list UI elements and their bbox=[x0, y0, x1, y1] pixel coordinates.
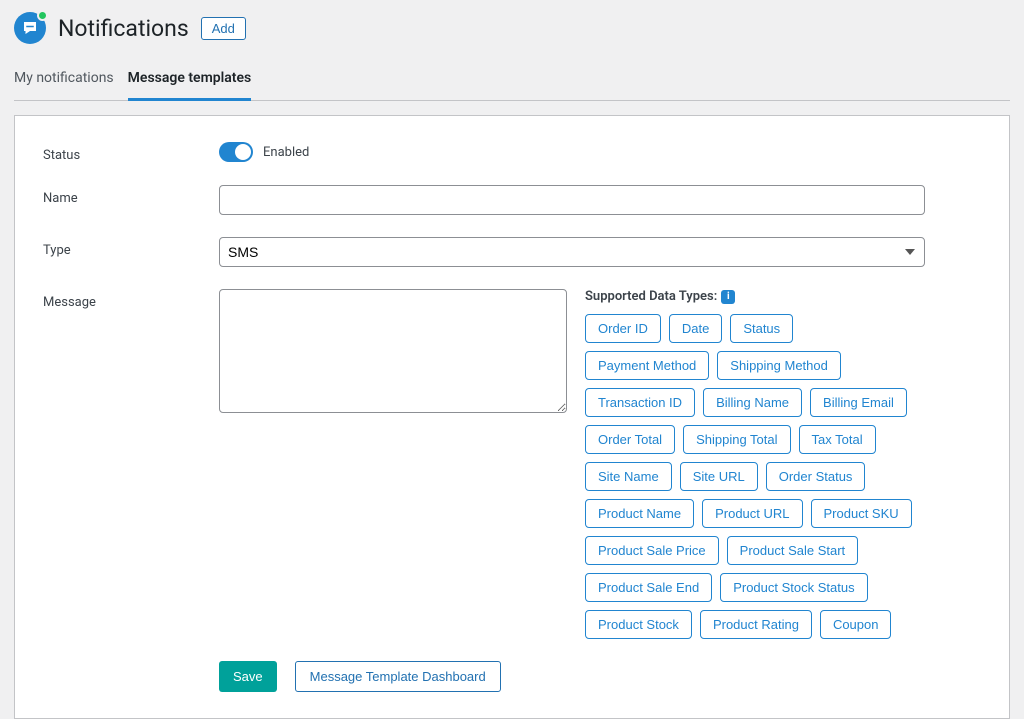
data-type-chip[interactable]: Product Stock Status bbox=[720, 573, 867, 602]
data-type-chip[interactable]: Product SKU bbox=[811, 499, 912, 528]
status-value-label: Enabled bbox=[263, 145, 309, 160]
dashboard-button[interactable]: Message Template Dashboard bbox=[295, 661, 501, 692]
data-type-chip[interactable]: Order ID bbox=[585, 314, 661, 343]
data-type-chip[interactable]: Order Status bbox=[766, 462, 866, 491]
data-type-chip[interactable]: Product Sale End bbox=[585, 573, 712, 602]
data-type-chip[interactable]: Date bbox=[669, 314, 722, 343]
data-types-title: Supported Data Types: bbox=[585, 289, 717, 304]
message-label: Message bbox=[43, 289, 219, 310]
data-type-chip[interactable]: Billing Email bbox=[810, 388, 907, 417]
info-icon[interactable]: i bbox=[721, 290, 735, 304]
page-title: Notifications bbox=[58, 15, 189, 42]
data-types-section: Supported Data Types: i Order ID Date Stat… bbox=[585, 289, 925, 639]
app-logo bbox=[14, 12, 46, 44]
data-type-chip[interactable]: Shipping Total bbox=[683, 425, 790, 454]
tab-my-notifications[interactable]: My notifications bbox=[14, 62, 114, 101]
notification-dot-icon bbox=[37, 10, 48, 21]
data-type-chip[interactable]: Status bbox=[730, 314, 793, 343]
data-type-chip[interactable]: Product Rating bbox=[700, 610, 812, 639]
data-type-chip[interactable]: Shipping Method bbox=[717, 351, 841, 380]
tab-bar: My notifications Message templates bbox=[14, 62, 1010, 101]
data-type-chip[interactable]: Transaction ID bbox=[585, 388, 695, 417]
message-textarea[interactable] bbox=[219, 289, 567, 413]
tab-message-templates[interactable]: Message templates bbox=[128, 62, 252, 101]
data-type-chip[interactable]: Product URL bbox=[702, 499, 802, 528]
data-type-chip[interactable]: Tax Total bbox=[799, 425, 876, 454]
data-type-chip[interactable]: Site Name bbox=[585, 462, 672, 491]
name-label: Name bbox=[43, 185, 219, 206]
data-type-chip[interactable]: Site URL bbox=[680, 462, 758, 491]
type-label: Type bbox=[43, 237, 219, 258]
template-form-panel: Status Enabled Name Type SMS Message bbox=[14, 115, 1010, 719]
save-button[interactable]: Save bbox=[219, 661, 277, 692]
status-toggle[interactable] bbox=[219, 142, 253, 162]
add-button[interactable]: Add bbox=[201, 17, 246, 40]
data-type-chip[interactable]: Order Total bbox=[585, 425, 675, 454]
name-input[interactable] bbox=[219, 185, 925, 215]
data-type-chip[interactable]: Coupon bbox=[820, 610, 892, 639]
status-label: Status bbox=[43, 142, 219, 163]
data-type-chip[interactable]: Product Sale Price bbox=[585, 536, 719, 565]
type-select[interactable]: SMS bbox=[219, 237, 925, 267]
data-type-chip[interactable]: Product Sale Start bbox=[727, 536, 859, 565]
data-type-chip[interactable]: Product Name bbox=[585, 499, 694, 528]
data-type-chip[interactable]: Product Stock bbox=[585, 610, 692, 639]
data-type-chip[interactable]: Billing Name bbox=[703, 388, 802, 417]
data-type-chip[interactable]: Payment Method bbox=[585, 351, 709, 380]
